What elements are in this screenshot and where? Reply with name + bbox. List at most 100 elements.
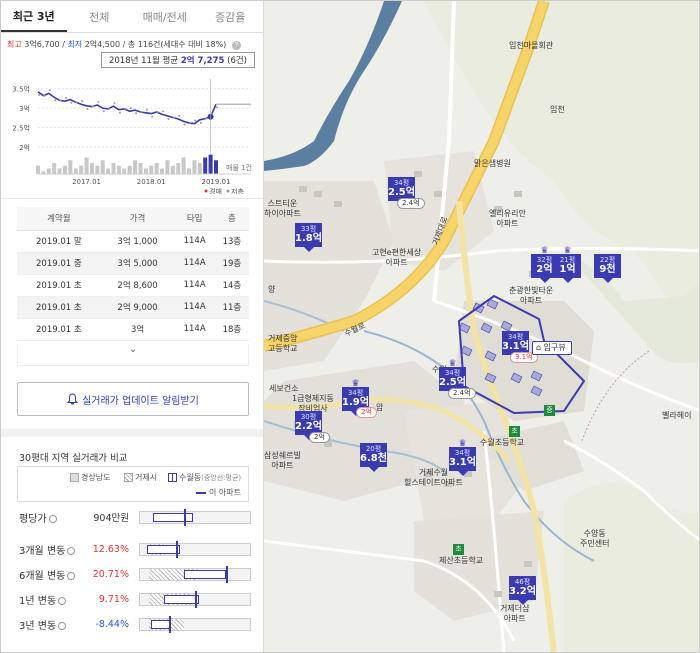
label-geoje-mid: 거제중앙 고등학교 xyxy=(268,334,298,353)
bell-icon xyxy=(67,393,79,405)
this-apt-marker xyxy=(225,565,228,583)
chart-tooltip: 2018년 11월 평균 2억 7,275 (6건) xyxy=(101,52,255,68)
volume-bar xyxy=(36,165,40,174)
info-icon[interactable] xyxy=(48,514,57,523)
compare-value: 12.63% xyxy=(92,543,129,555)
table-cell: 19층 xyxy=(214,252,249,275)
trade-dot xyxy=(194,119,197,122)
table-row[interactable]: 2019.01 초 2억 9,000 114A 11층 xyxy=(17,296,249,319)
volume-bar xyxy=(89,163,94,174)
entrance-view-button[interactable]: ⌂ 입구뷰 xyxy=(532,341,572,355)
x-tick-label: 2017.01 xyxy=(72,178,101,186)
table-cell: 3억 5,000 xyxy=(100,252,175,275)
compare-row: 6개월 변동 20.71% xyxy=(19,565,251,583)
compare-row: 3개월 변동 12.63% xyxy=(19,540,251,558)
volume-bar xyxy=(176,163,181,174)
trade-table: 계약월 가격 타입 층 2019.01 말 3억 1,000 114A 13층 2019… xyxy=(17,207,249,341)
price-pin[interactable]: 20평 6.8천 xyxy=(360,443,387,472)
table-cell: 2억 8,600 xyxy=(100,274,175,297)
info-icon[interactable] xyxy=(67,546,76,555)
info-icon[interactable] xyxy=(58,621,67,630)
trade-dot xyxy=(156,111,159,114)
compare-title: 30평대 지역 실거래가 비교 xyxy=(19,453,128,464)
swatch-hatch-icon xyxy=(124,473,133,482)
tooltip-count: (6건) xyxy=(227,56,247,66)
price-pin[interactable]: 33평 1.8억 xyxy=(295,223,322,252)
trade-dot xyxy=(151,115,154,118)
tab-change-rate[interactable]: 증감율 xyxy=(198,1,264,32)
volume-bar xyxy=(133,160,138,174)
table-row[interactable]: 2019.01 말 3억 1,000 114A 13층 xyxy=(17,230,249,253)
volume-bar xyxy=(95,165,100,174)
label-samsung: 삼성쉐르빌 아파트 xyxy=(264,451,301,470)
legend-dot xyxy=(226,189,230,193)
compare-bar xyxy=(139,508,251,526)
label-imcheon-hall: 임천마을회관 xyxy=(509,41,554,50)
label-imcheon: 임천 xyxy=(550,105,565,114)
price-pin[interactable]: 46평 3.2억 xyxy=(509,576,536,605)
volume-bar xyxy=(181,157,186,174)
help-icon[interactable]: ? xyxy=(231,41,241,50)
price-chart[interactable]: 3.5억 3억 2.5억 2억 2017.01 2018.01 2019.01 매물 1건경매… xyxy=(1,69,264,194)
this-apt-marker xyxy=(168,615,171,633)
trade-dot xyxy=(145,108,148,111)
this-apt-marker xyxy=(176,540,179,558)
table-row[interactable]: 2019.01 중 3억 5,000 114A 19층 xyxy=(17,252,249,275)
volume-bar xyxy=(116,165,121,174)
volume-bar xyxy=(106,168,111,174)
table-row[interactable]: 2019.01 초 3억 114A 18층 xyxy=(17,318,249,341)
low-label: 최저 xyxy=(67,40,83,49)
legend-city: 거제시 xyxy=(124,472,157,483)
trade-dot xyxy=(97,100,100,103)
tooltip-value: 2억 7,275 xyxy=(180,56,225,66)
table-row[interactable]: 2019.01 초 2억 8,600 114A 14층 xyxy=(17,274,249,297)
trade-dot xyxy=(54,99,57,102)
dong-range xyxy=(184,569,226,579)
compare-bar xyxy=(139,590,251,608)
table-cell: 2019.01 말 xyxy=(17,230,101,253)
trade-dot xyxy=(118,111,121,114)
trade-dot xyxy=(162,110,165,113)
high-value: 3억6,700 xyxy=(24,40,60,49)
volume-bar xyxy=(52,163,57,174)
table-cell: 13층 xyxy=(214,230,249,253)
tab-sale-lease[interactable]: 매매/전세 xyxy=(132,1,198,32)
volume-bar xyxy=(84,157,89,174)
table-cell: 2019.01 초 xyxy=(17,274,101,297)
trade-dot xyxy=(124,107,127,110)
info-icon[interactable] xyxy=(67,571,76,580)
line-marker-icon xyxy=(196,491,206,494)
alert-button-label: 실거래가 업데이트 알림받기 xyxy=(82,395,199,407)
home-icon: ⌂ xyxy=(536,343,544,352)
trade-dot xyxy=(86,107,89,110)
app-root: 최근 3년 전체 매매/전세 증감율 최고 3억6,700 / 최저 2억4,5… xyxy=(0,0,700,653)
compare-value: 9.71% xyxy=(98,593,129,605)
trade-dot xyxy=(75,101,78,104)
trade-dot xyxy=(59,99,62,102)
x-tick-label: 2019.01 xyxy=(202,178,231,186)
trade-dot xyxy=(102,110,105,113)
info-icon[interactable] xyxy=(58,596,67,605)
trade-dot xyxy=(108,107,111,110)
price-pin[interactable]: ♛ 34평 3.1억 xyxy=(449,440,476,476)
map-view[interactable]: 임천마을회관 임천 맑은샘병원 엘리유리안 아파트 고현e편한세상 아파트 스트… xyxy=(264,1,699,652)
tab-all[interactable]: 전체 xyxy=(67,1,133,32)
price-chip: 2억 xyxy=(356,407,377,418)
price-pin[interactable]: ♛ 21평 1억 xyxy=(554,247,581,283)
legend-dong: 수월동 (중앙선:평균) xyxy=(168,472,241,483)
table-cell: 114A xyxy=(174,296,215,319)
price-alert-button[interactable]: 실거래가 업데이트 알림받기 xyxy=(17,382,249,416)
school-flag-icon: 초 xyxy=(509,426,520,437)
volume-bar xyxy=(149,165,154,174)
volume-bar xyxy=(143,168,148,174)
volume-bar xyxy=(79,165,84,174)
summary-sep: / xyxy=(62,40,65,49)
tab-recent-3y[interactable]: 최근 3년 xyxy=(1,1,67,32)
trade-dot xyxy=(129,107,132,110)
chevron-down-icon[interactable]: ⌄ xyxy=(17,344,249,366)
table-cell: 2억 9,000 xyxy=(100,296,175,319)
volume-bar xyxy=(154,163,159,174)
price-pin[interactable]: 22평 9천 xyxy=(594,254,621,283)
price-chip: 2억 xyxy=(309,432,330,443)
label-sebo: 세보건소 xyxy=(269,384,299,393)
